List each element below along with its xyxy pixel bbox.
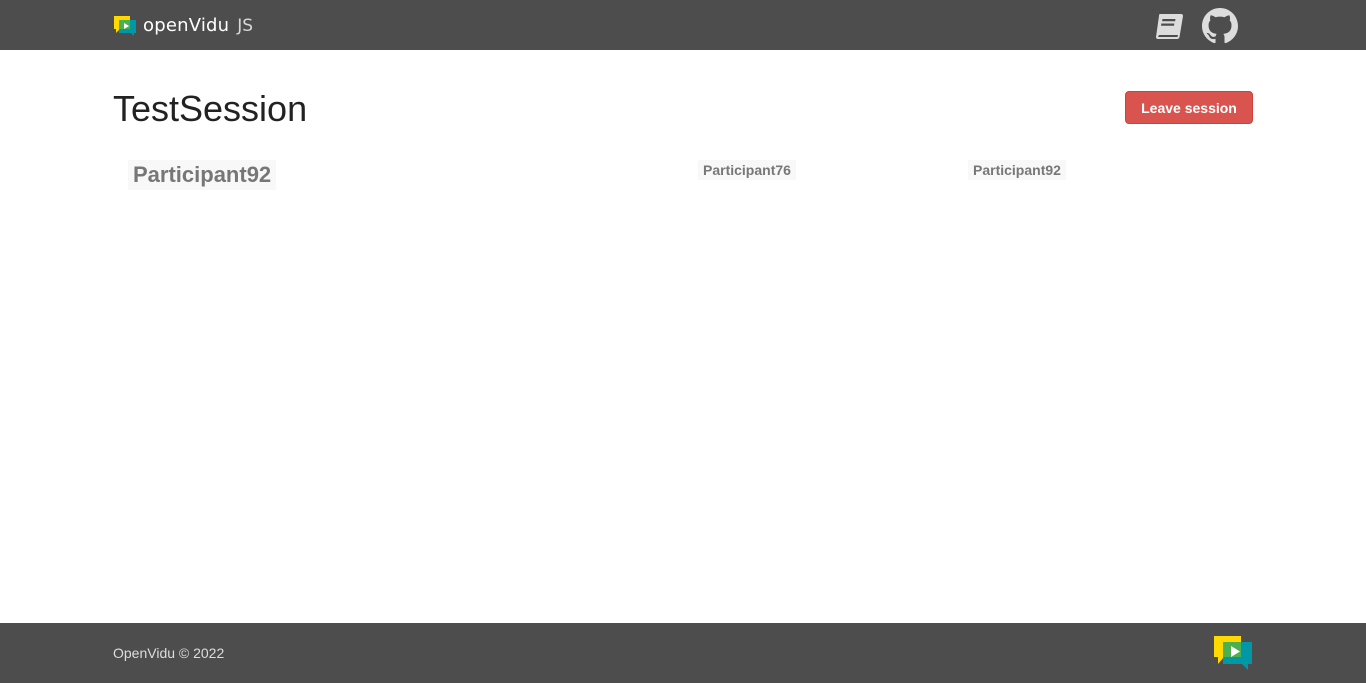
top-navbar: openVidu JS [0, 0, 1366, 50]
brand-name: openVidu [143, 15, 230, 36]
stream-participant-label[interactable]: Participant76 [698, 160, 796, 180]
page-footer: OpenVidu © 2022 [0, 623, 1366, 683]
book-icon[interactable] [1151, 8, 1187, 44]
openvidu-footer-logo-icon[interactable] [1213, 635, 1253, 671]
main-video-participant-label: Participant92 [128, 160, 277, 190]
github-icon[interactable] [1202, 8, 1238, 44]
openvidu-logo-icon [114, 16, 136, 36]
stream-participant-label[interactable]: Participant92 [968, 160, 1066, 180]
session-title: TestSession [113, 88, 308, 129]
openvidu-brand-link[interactable]: openVidu JS [113, 15, 253, 37]
leave-session-button[interactable]: Leave session [1125, 91, 1253, 124]
brand-suffix: JS [237, 16, 254, 36]
copyright-text: OpenVidu © 2022 [113, 645, 225, 661]
session-container: TestSession Leave session Participant92 … [0, 50, 1366, 623]
